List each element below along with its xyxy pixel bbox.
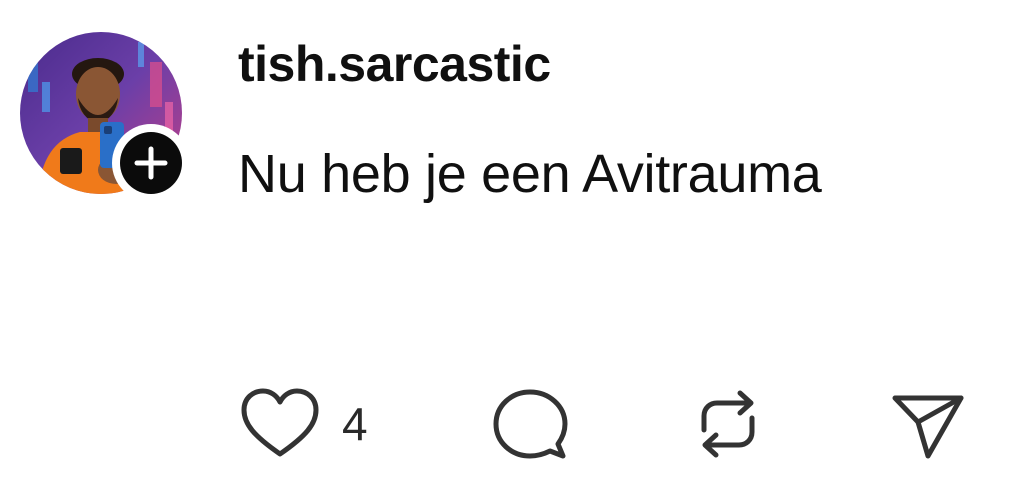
avatar-group <box>20 32 200 202</box>
repost-button[interactable] <box>690 386 766 462</box>
follow-button[interactable] <box>112 124 190 202</box>
send-icon <box>892 395 964 459</box>
heart-icon <box>241 388 319 457</box>
share-button[interactable] <box>890 386 966 462</box>
username[interactable]: tish.sarcastic <box>238 34 551 94</box>
post-text: Nu heb je een Avitrauma <box>238 144 822 204</box>
like-count: 4 <box>342 398 368 450</box>
like-button[interactable]: 4 <box>240 386 368 462</box>
repost-icon <box>701 390 755 458</box>
comment-button[interactable] <box>492 386 568 462</box>
comment-icon <box>493 389 568 459</box>
thread-post: tish.sarcastic Nu heb je een Avitrauma 4 <box>0 0 1024 487</box>
plus-icon <box>134 146 168 180</box>
